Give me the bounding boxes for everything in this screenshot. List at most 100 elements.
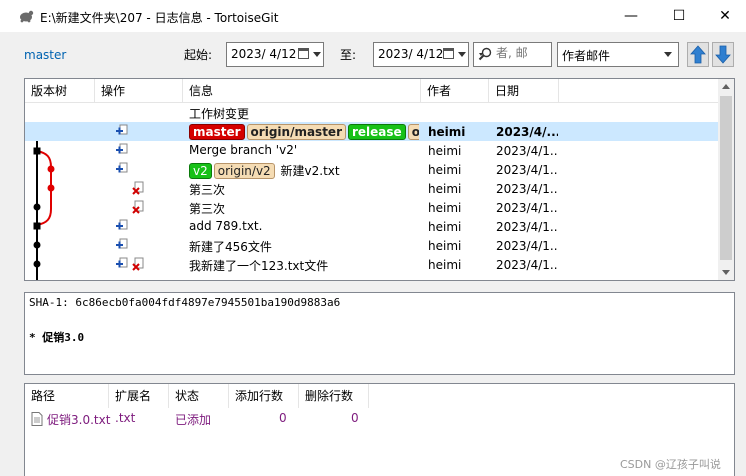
log-row-working-tree[interactable]: 工作树变更 — [25, 103, 719, 122]
commit-message: 第三次 — [189, 202, 226, 216]
log-row[interactable]: 第三次 heimi 2023/4/1... — [25, 179, 719, 198]
column-header-actions[interactable]: 操作 — [95, 79, 183, 103]
commit-author: heimi — [428, 201, 462, 215]
search-next-button[interactable] — [712, 42, 734, 67]
chevron-down-icon[interactable] — [458, 52, 466, 57]
window-title: E:\新建文件夹\207 - 日志信息 - TortoiseGit — [40, 11, 279, 25]
column-header-date[interactable]: 日期 — [489, 79, 559, 103]
branch-tag-origin-master: origin/master — [246, 124, 346, 140]
maximize-icon: ☐ — [672, 8, 686, 24]
log-row[interactable]: 我新建了一个123.txt文件 heimi 2023/4/1... — [25, 255, 719, 274]
commit-author: heimi — [428, 144, 462, 158]
commit-author: heimi — [428, 220, 462, 234]
commit-message: 新建了456文件 — [189, 240, 272, 254]
file-added-icon — [116, 257, 128, 268]
commit-date: 2023/4/1... — [496, 163, 558, 177]
file-deleted-icon — [132, 200, 144, 214]
from-date-value: 2023/ 4/12 — [231, 47, 297, 61]
filter-field-select[interactable]: 作者邮件 — [557, 42, 679, 67]
calendar-icon[interactable] — [443, 48, 454, 59]
column-header-path[interactable]: 路径 — [25, 384, 109, 408]
branch-tag-origin-v2: origin/v2 — [213, 163, 275, 179]
file-deleted-icon — [132, 257, 144, 271]
column-header-graph[interactable]: 版本树 — [25, 79, 95, 103]
log-row[interactable]: Merge branch 'v2' heimi 2023/4/1... — [25, 141, 719, 160]
search-icon[interactable] — [478, 47, 492, 61]
commit-date: 2023/4/1... — [496, 220, 558, 234]
file-extension: .txt — [115, 411, 136, 425]
from-date-picker[interactable]: 2023/ 4/12 — [226, 42, 324, 67]
log-row[interactable]: add 789.txt. heimi 2023/4/1... — [25, 217, 719, 236]
column-header-status[interactable]: 状态 — [169, 384, 229, 408]
arrow-up-icon — [690, 45, 706, 64]
file-row[interactable]: 促销3.0.txt .txt 已添加 0 0 — [25, 409, 719, 429]
tortoisegit-logo-icon — [20, 10, 34, 23]
arrow-down-icon — [715, 45, 731, 64]
calendar-icon[interactable] — [298, 48, 309, 59]
commit-sha: SHA-1: 6c86ecb0fa004fdf4897e7945501ba190… — [29, 296, 341, 309]
search-input[interactable] — [496, 46, 550, 60]
minimize-button[interactable]: — — [608, 0, 654, 32]
column-header-lines-removed[interactable]: 删除行数 — [299, 384, 369, 408]
commit-refs: masterorigin/masterreleaseorigin/re — [189, 124, 419, 140]
commit-date: 2023/4/1... — [496, 201, 558, 215]
branch-tag-origin-release: origin/re — [407, 124, 419, 140]
commit-message: 第三次 — [189, 183, 226, 197]
watermark: CSDN @辽孩子叫说 — [620, 458, 721, 471]
scroll-down-icon[interactable] — [722, 270, 730, 275]
filter-field-value: 作者邮件 — [562, 49, 611, 63]
column-header-message[interactable]: 信息 — [183, 79, 421, 103]
text-file-icon — [31, 412, 43, 426]
commit-author: heimi — [428, 182, 462, 196]
log-vertical-scrollbar[interactable] — [718, 79, 734, 280]
commit-message: 我新建了一个123.txt文件 — [189, 259, 329, 273]
file-lines-added: 0 — [279, 411, 287, 425]
log-row[interactable]: v2 origin/v2 新建v2.txt heimi 2023/4/1... — [25, 160, 719, 179]
log-header: 版本树 操作 信息 作者 日期 — [25, 79, 719, 103]
commit-log-list[interactable]: 版本树 操作 信息 作者 日期 工作树变更 master origin/mast… — [24, 78, 735, 281]
file-path: 促销3.0.txt — [47, 413, 111, 427]
branch-tag-release: release — [348, 124, 406, 140]
maximize-button[interactable]: ☐ — [656, 0, 702, 32]
file-added-icon — [116, 219, 128, 230]
file-status: 已添加 — [175, 413, 212, 427]
column-header-lines-added[interactable]: 添加行数 — [229, 384, 299, 408]
file-added-icon — [116, 238, 128, 249]
file-added-icon — [116, 162, 128, 173]
file-lines-removed: 0 — [351, 411, 359, 425]
filter-toolbar: master 起始: 2023/ 4/12 至: 2023/ 4/12 作者邮件 — [0, 32, 746, 76]
column-header-extension[interactable]: 扩展名 — [109, 384, 169, 408]
commit-message: Merge branch 'v2' — [189, 143, 298, 157]
current-branch-link[interactable]: master — [24, 48, 66, 62]
file-deleted-icon — [132, 181, 144, 195]
log-row[interactable]: 第三次 heimi 2023/4/1... — [25, 198, 719, 217]
tortoisegit-log-window: E:\新建文件夹\207 - 日志信息 - TortoiseGit — ☐ ✕ … — [0, 0, 746, 476]
scrollbar-thumb[interactable] — [720, 96, 732, 260]
commit-date: 2023/4/1... — [496, 182, 558, 196]
from-date-label: 起始: — [184, 48, 213, 62]
column-header-author[interactable]: 作者 — [421, 79, 489, 103]
commit-author: heimi — [428, 125, 466, 139]
minimize-icon: — — [624, 8, 638, 24]
commit-author: heimi — [428, 258, 462, 272]
scroll-up-icon[interactable] — [722, 84, 730, 89]
file-added-icon — [116, 124, 128, 135]
chevron-down-icon[interactable] — [313, 52, 321, 57]
close-button[interactable]: ✕ — [702, 0, 746, 32]
commit-author: heimi — [428, 163, 462, 177]
to-date-picker[interactable]: 2023/ 4/12 — [373, 42, 469, 67]
commit-date: 2023/4/... — [496, 125, 558, 139]
log-row-selected[interactable]: masterorigin/masterreleaseorigin/re heim… — [25, 122, 719, 141]
to-date-value: 2023/ 4/12 — [378, 47, 444, 61]
search-box[interactable] — [473, 42, 552, 67]
commit-full-message: * 促销3.0 — [29, 331, 85, 344]
commit-message: 工作树变更 — [189, 107, 250, 121]
log-row[interactable]: 新建了456文件 heimi 2023/4/1... — [25, 236, 719, 255]
commit-date: 2023/4/1... — [496, 239, 558, 253]
commit-date: 2023/4/1... — [496, 144, 558, 158]
commit-detail-pane[interactable]: SHA-1: 6c86ecb0fa004fdf4897e7945501ba190… — [24, 292, 735, 375]
commit-author: heimi — [428, 239, 462, 253]
search-previous-button[interactable] — [687, 42, 709, 67]
close-icon: ✕ — [719, 8, 731, 24]
commit-message-line: v2 origin/v2 新建v2.txt — [189, 162, 419, 179]
